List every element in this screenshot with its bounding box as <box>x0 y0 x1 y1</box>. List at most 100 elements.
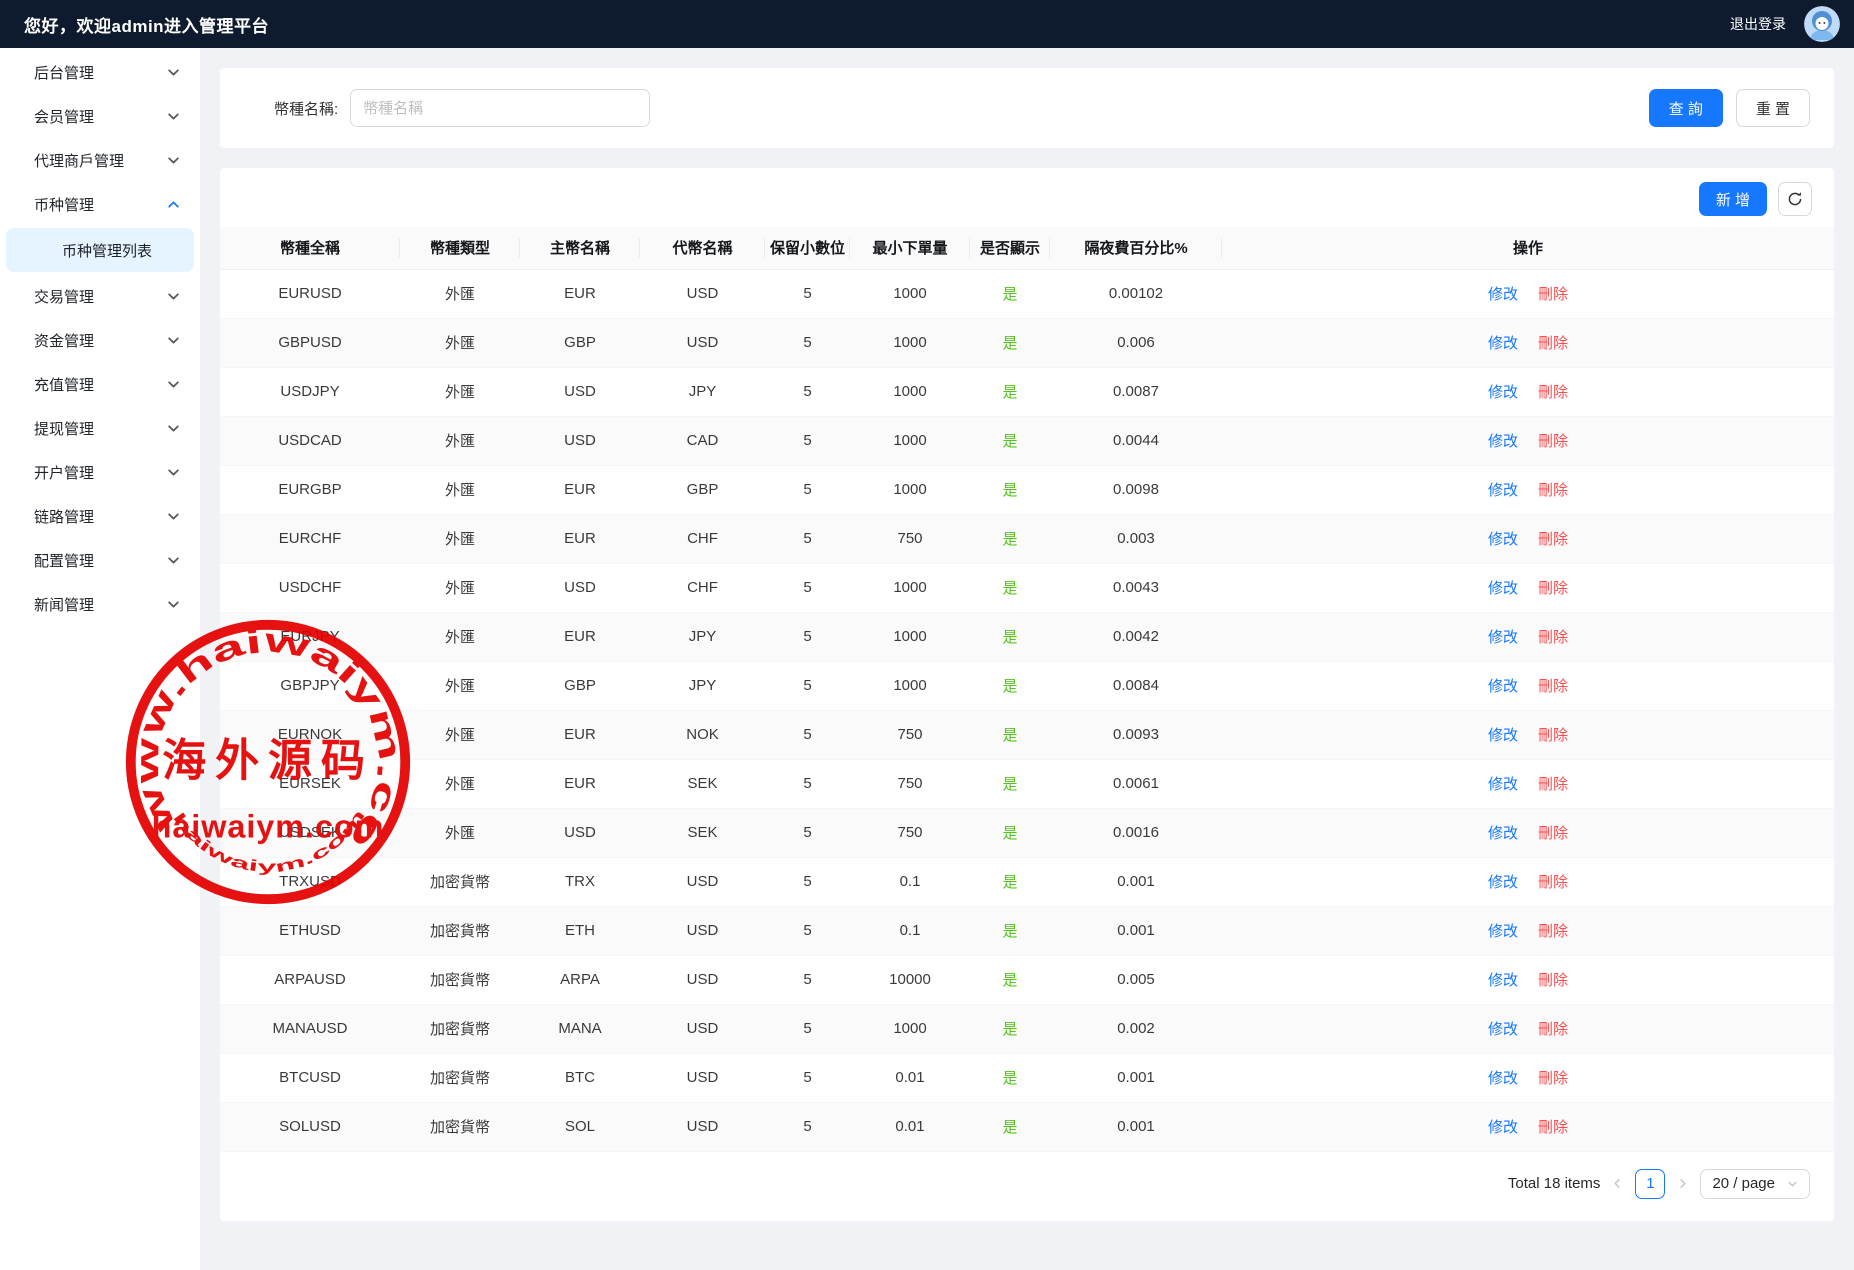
visible-status: 是 <box>970 710 1050 759</box>
table-cell: 0.00102 <box>1050 269 1222 318</box>
query-button[interactable]: 查 詢 <box>1649 89 1723 127</box>
table-row: MANAUSD加密貨幣MANAUSD51000是0.002修改刪除 <box>220 1004 1834 1053</box>
sidebar-item-3[interactable]: 币种管理 <box>0 182 200 226</box>
reset-button[interactable]: 重 置 <box>1736 89 1810 127</box>
sidebar-item-label: 新闻管理 <box>34 594 94 615</box>
currency-table: 幣種全稱幣種類型主幣名稱代幣名稱保留小數位最小下單量是否顯示隔夜費百分比%操作 … <box>220 227 1834 1152</box>
next-page-button[interactable] <box>1675 1178 1690 1189</box>
table-cell: 外匯 <box>400 710 520 759</box>
currency-name-input[interactable] <box>350 89 650 127</box>
edit-link[interactable]: 修改 <box>1488 433 1518 450</box>
sidebar-item-label: 充值管理 <box>34 374 94 395</box>
edit-link[interactable]: 修改 <box>1488 286 1518 303</box>
edit-link[interactable]: 修改 <box>1488 825 1518 842</box>
delete-link[interactable]: 刪除 <box>1538 384 1568 401</box>
sidebar-item-9[interactable]: 链路管理 <box>0 494 200 538</box>
edit-link[interactable]: 修改 <box>1488 1119 1518 1136</box>
edit-link[interactable]: 修改 <box>1488 580 1518 597</box>
table-row: GBPJPY外匯GBPJPY51000是0.0084修改刪除 <box>220 661 1834 710</box>
actions-cell: 修改 刪除 <box>1222 759 1834 808</box>
edit-link[interactable]: 修改 <box>1488 531 1518 548</box>
refresh-icon <box>1787 191 1803 207</box>
delete-link[interactable]: 刪除 <box>1538 629 1568 646</box>
sidebar-item-label: 配置管理 <box>34 550 94 571</box>
table-cell: GBP <box>640 465 765 514</box>
actions-cell: 修改 刪除 <box>1222 367 1834 416</box>
table-cell: EUR <box>520 759 640 808</box>
sidebar-item-11[interactable]: 新闻管理 <box>0 582 200 626</box>
edit-link[interactable]: 修改 <box>1488 874 1518 891</box>
delete-link[interactable]: 刪除 <box>1538 678 1568 695</box>
table-cell: ARPAUSD <box>220 955 400 1004</box>
delete-link[interactable]: 刪除 <box>1538 335 1568 352</box>
table-cell: 1000 <box>850 563 970 612</box>
visible-status: 是 <box>970 563 1050 612</box>
edit-link[interactable]: 修改 <box>1488 923 1518 940</box>
table-row: USDCHF外匯USDCHF51000是0.0043修改刪除 <box>220 563 1834 612</box>
page-number-button[interactable]: 1 <box>1635 1169 1665 1199</box>
delete-link[interactable]: 刪除 <box>1538 923 1568 940</box>
table-row: EURCHF外匯EURCHF5750是0.003修改刪除 <box>220 514 1834 563</box>
sidebar-item-0[interactable]: 后台管理 <box>0 50 200 94</box>
prev-page-button[interactable] <box>1610 1178 1625 1189</box>
table-cell: 5 <box>765 1102 850 1151</box>
delete-link[interactable]: 刪除 <box>1538 531 1568 548</box>
delete-link[interactable]: 刪除 <box>1538 972 1568 989</box>
table-row: EURJPY外匯EURJPY51000是0.0042修改刪除 <box>220 612 1834 661</box>
table-cell: GBP <box>520 661 640 710</box>
visible-status: 是 <box>970 1102 1050 1151</box>
delete-link[interactable]: 刪除 <box>1538 1021 1568 1038</box>
sidebar-item-2[interactable]: 代理商戶管理 <box>0 138 200 182</box>
sidebar-item-8[interactable]: 开户管理 <box>0 450 200 494</box>
actions-cell: 修改 刪除 <box>1222 563 1834 612</box>
sidebar-item-6[interactable]: 充值管理 <box>0 362 200 406</box>
chevron-down-icon <box>167 466 180 479</box>
delete-link[interactable]: 刪除 <box>1538 1070 1568 1087</box>
table-row: EURUSD外匯EURUSD51000是0.00102修改刪除 <box>220 269 1834 318</box>
visible-status: 是 <box>970 318 1050 367</box>
delete-link[interactable]: 刪除 <box>1538 482 1568 499</box>
delete-link[interactable]: 刪除 <box>1538 433 1568 450</box>
delete-link[interactable]: 刪除 <box>1538 776 1568 793</box>
edit-link[interactable]: 修改 <box>1488 335 1518 352</box>
sidebar-item-4[interactable]: 交易管理 <box>0 274 200 318</box>
table-cell: SOL <box>520 1102 640 1151</box>
edit-link[interactable]: 修改 <box>1488 629 1518 646</box>
table-cell: BTCUSD <box>220 1053 400 1102</box>
table-cell: 外匯 <box>400 563 520 612</box>
edit-link[interactable]: 修改 <box>1488 1070 1518 1087</box>
edit-link[interactable]: 修改 <box>1488 972 1518 989</box>
delete-link[interactable]: 刪除 <box>1538 286 1568 303</box>
actions-cell: 修改 刪除 <box>1222 465 1834 514</box>
top-header: 您好，欢迎admin进入管理平台 退出登录 <box>0 0 1854 48</box>
sidebar-item-5[interactable]: 资金管理 <box>0 318 200 362</box>
delete-link[interactable]: 刪除 <box>1538 727 1568 744</box>
delete-link[interactable]: 刪除 <box>1538 1119 1568 1136</box>
table-cell: GBP <box>520 318 640 367</box>
table-cell: USD <box>640 1004 765 1053</box>
page-size-select[interactable]: 20 / page <box>1700 1169 1810 1199</box>
delete-link[interactable]: 刪除 <box>1538 825 1568 842</box>
table-cell: 外匯 <box>400 367 520 416</box>
sidebar-item-10[interactable]: 配置管理 <box>0 538 200 582</box>
delete-link[interactable]: 刪除 <box>1538 874 1568 891</box>
table-cell: 加密貨幣 <box>400 1102 520 1151</box>
table-cell: 1000 <box>850 269 970 318</box>
sidebar-subitem[interactable]: 币种管理列表 <box>6 228 194 272</box>
sidebar-item-7[interactable]: 提现管理 <box>0 406 200 450</box>
edit-link[interactable]: 修改 <box>1488 776 1518 793</box>
visible-status: 是 <box>970 514 1050 563</box>
user-avatar[interactable] <box>1804 6 1840 42</box>
table-row: EURGBP外匯EURGBP51000是0.0098修改刪除 <box>220 465 1834 514</box>
edit-link[interactable]: 修改 <box>1488 1021 1518 1038</box>
add-button[interactable]: 新 增 <box>1699 182 1767 216</box>
edit-link[interactable]: 修改 <box>1488 727 1518 744</box>
edit-link[interactable]: 修改 <box>1488 678 1518 695</box>
sidebar-item-label: 交易管理 <box>34 286 94 307</box>
sidebar-item-1[interactable]: 会员管理 <box>0 94 200 138</box>
edit-link[interactable]: 修改 <box>1488 384 1518 401</box>
delete-link[interactable]: 刪除 <box>1538 580 1568 597</box>
refresh-button[interactable] <box>1778 182 1812 216</box>
logout-button[interactable]: 退出登录 <box>1730 14 1786 34</box>
edit-link[interactable]: 修改 <box>1488 482 1518 499</box>
